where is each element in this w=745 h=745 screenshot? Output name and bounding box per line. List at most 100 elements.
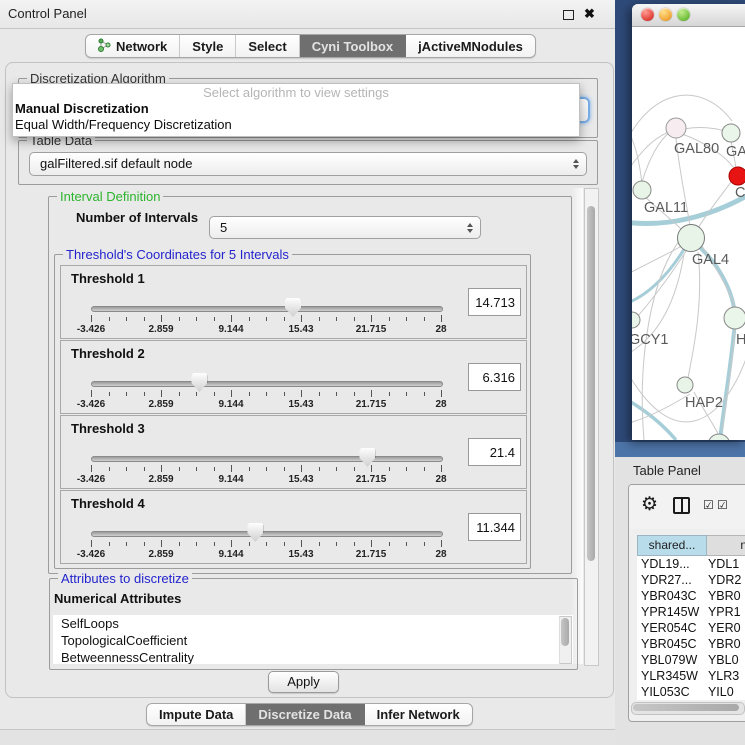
- settings-vertical-scrollbar[interactable]: [584, 188, 599, 666]
- tab-select[interactable]: Select: [236, 35, 299, 57]
- attribute-list-item[interactable]: BetweennessCentrality: [53, 649, 573, 664]
- tick-mark: [266, 317, 267, 321]
- tab-discretize-data[interactable]: Discretize Data: [246, 704, 364, 725]
- table-cell[interactable]: YER0: [704, 620, 745, 636]
- tab-network-label: Network: [116, 39, 167, 54]
- threshold-slider[interactable]: -3.4262.8599.14415.4321.71528: [91, 304, 441, 334]
- table-row[interactable]: YBR043CYBR0: [637, 588, 745, 604]
- network-canvas[interactable]: GAL80 GA C GAL11 GAL4 GCY1 H HAP2: [632, 26, 745, 440]
- tab-cyni-toolbox[interactable]: Cyni Toolbox: [300, 35, 406, 57]
- table-cell[interactable]: YBL079W: [637, 652, 704, 668]
- node-label-gcy1: GCY1: [632, 332, 669, 348]
- threshold-value-field[interactable]: [468, 438, 521, 466]
- node-gal4[interactable]: [678, 225, 705, 252]
- node-label-partial-h: H: [736, 332, 745, 348]
- table-cell[interactable]: YBR0: [704, 588, 745, 604]
- popup-item-equal-width-frequency[interactable]: Equal Width/Frequency Discretization: [13, 117, 579, 133]
- table-row[interactable]: YBL079WYBL0: [637, 652, 745, 668]
- threshold-slider[interactable]: -3.4262.8599.14415.4321.71528: [91, 379, 441, 409]
- table-cell[interactable]: YDL1: [704, 556, 745, 572]
- table-cell[interactable]: YER054C: [637, 620, 704, 636]
- table-row[interactable]: YIL053CYIL0: [637, 684, 745, 700]
- slider-track[interactable]: [91, 531, 443, 537]
- node-hap2[interactable]: [677, 377, 693, 393]
- attribute-list-item[interactable]: TopologicalCoefficient: [53, 632, 573, 649]
- table-cell[interactable]: YPR1: [704, 604, 745, 620]
- number-of-intervals-combo[interactable]: 5: [209, 216, 481, 239]
- table-row[interactable]: YER054CYER0: [637, 620, 745, 636]
- minimize-traffic-light-icon[interactable]: [659, 8, 672, 21]
- apply-button[interactable]: Apply: [268, 671, 339, 693]
- float-window-icon[interactable]: [563, 10, 574, 20]
- checkbox-icon[interactable]: ☑: [703, 498, 714, 512]
- checkbox-icon[interactable]: ☑: [717, 498, 728, 512]
- threshold-slider[interactable]: -3.4262.8599.14415.4321.71528: [91, 529, 441, 559]
- node-h[interactable]: [724, 307, 745, 329]
- zoom-traffic-light-icon[interactable]: [677, 8, 690, 21]
- node-partial-bottom[interactable]: [708, 434, 730, 440]
- node-partial-top-right[interactable]: [722, 124, 740, 142]
- split-columns-icon[interactable]: [673, 497, 690, 514]
- table-cell[interactable]: YLR345W: [637, 668, 704, 684]
- table-cell[interactable]: YLR3: [704, 668, 745, 684]
- tab-style[interactable]: Style: [180, 35, 236, 57]
- table-cell[interactable]: YBR0: [704, 636, 745, 652]
- slider-track[interactable]: [91, 381, 443, 387]
- column-header-shared-name[interactable]: shared...: [637, 535, 707, 556]
- threshold-value-field[interactable]: [468, 363, 521, 391]
- gear-icon[interactable]: ⚙: [641, 494, 658, 516]
- table-cell[interactable]: YDR2: [704, 572, 745, 588]
- close-traffic-light-icon[interactable]: [641, 8, 654, 21]
- attribute-list-item[interactable]: SelfLoops: [53, 615, 573, 632]
- tick-label: 21.715: [356, 549, 387, 560]
- node-red[interactable]: [729, 167, 745, 185]
- node-gal80[interactable]: [666, 118, 686, 138]
- numerical-attributes-list[interactable]: SelfLoopsTopologicalCoefficientBetweenne…: [53, 615, 573, 664]
- tab-network[interactable]: Network: [86, 35, 180, 57]
- spinner-arrows-icon[interactable]: [467, 223, 473, 233]
- spinner-arrows-icon[interactable]: [573, 159, 579, 169]
- tab-jactivemnodules[interactable]: jActiveMNodules: [406, 35, 535, 57]
- table-row[interactable]: YDL19...YDL1: [637, 556, 745, 572]
- scrollbar-thumb[interactable]: [587, 206, 595, 561]
- table-data-combo[interactable]: galFiltered.sif default node: [29, 152, 587, 176]
- table-body[interactable]: YDL19...YDL1YDR27...YDR2YBR043CYBR0YPR14…: [637, 556, 745, 700]
- table-row[interactable]: YBR045CYBR0: [637, 636, 745, 652]
- slider-track[interactable]: [91, 456, 443, 462]
- close-icon[interactable]: ✖: [584, 4, 595, 24]
- table-cell[interactable]: YIL0: [704, 684, 745, 700]
- threshold-value-field[interactable]: [468, 513, 521, 541]
- table-panel-title: Table Panel: [633, 463, 701, 478]
- tab-impute-data[interactable]: Impute Data: [147, 704, 246, 725]
- threshold-label: Threshold 3: [71, 421, 145, 436]
- scrollbar-thumb[interactable]: [633, 704, 739, 711]
- table-cell[interactable]: YBR045C: [637, 636, 704, 652]
- table-cell[interactable]: YDL19...: [637, 556, 704, 572]
- threshold-panel: Threshold 1 -3.4262.8599.14415.4321.7152…: [60, 265, 527, 339]
- table-cell[interactable]: YIL053C: [637, 684, 704, 700]
- scrollbar-thumb[interactable]: [561, 618, 569, 646]
- table-horizontal-scrollbar[interactable]: [631, 702, 745, 715]
- tick-mark: [284, 467, 285, 471]
- table-cell[interactable]: YBR043C: [637, 588, 704, 604]
- table-cell[interactable]: YDR27...: [637, 572, 704, 588]
- popup-item-manual-discretization[interactable]: Manual Discretization: [13, 101, 579, 117]
- table-row[interactable]: YDR27...YDR2: [637, 572, 745, 588]
- table-row[interactable]: YLR345WYLR3: [637, 668, 745, 684]
- column-header-name[interactable]: na: [707, 535, 745, 556]
- threshold-value-field[interactable]: [468, 288, 521, 316]
- tick-mark: [144, 542, 145, 546]
- network-window-titlebar[interactable]: [632, 4, 745, 27]
- tick-label: -3.426: [77, 474, 105, 485]
- slider-track[interactable]: [91, 306, 443, 312]
- table-cell[interactable]: YBL0: [704, 652, 745, 668]
- tick-mark: [301, 465, 302, 472]
- splitter-bar[interactable]: [615, 442, 745, 457]
- attributes-list-scrollbar[interactable]: [559, 616, 572, 664]
- tick-mark: [249, 317, 250, 321]
- tab-infer-network[interactable]: Infer Network: [365, 704, 472, 725]
- table-row[interactable]: YPR145WYPR1: [637, 604, 745, 620]
- node-gal11[interactable]: [633, 181, 651, 199]
- table-cell[interactable]: YPR145W: [637, 604, 704, 620]
- threshold-slider[interactable]: -3.4262.8599.14415.4321.71528: [91, 454, 441, 484]
